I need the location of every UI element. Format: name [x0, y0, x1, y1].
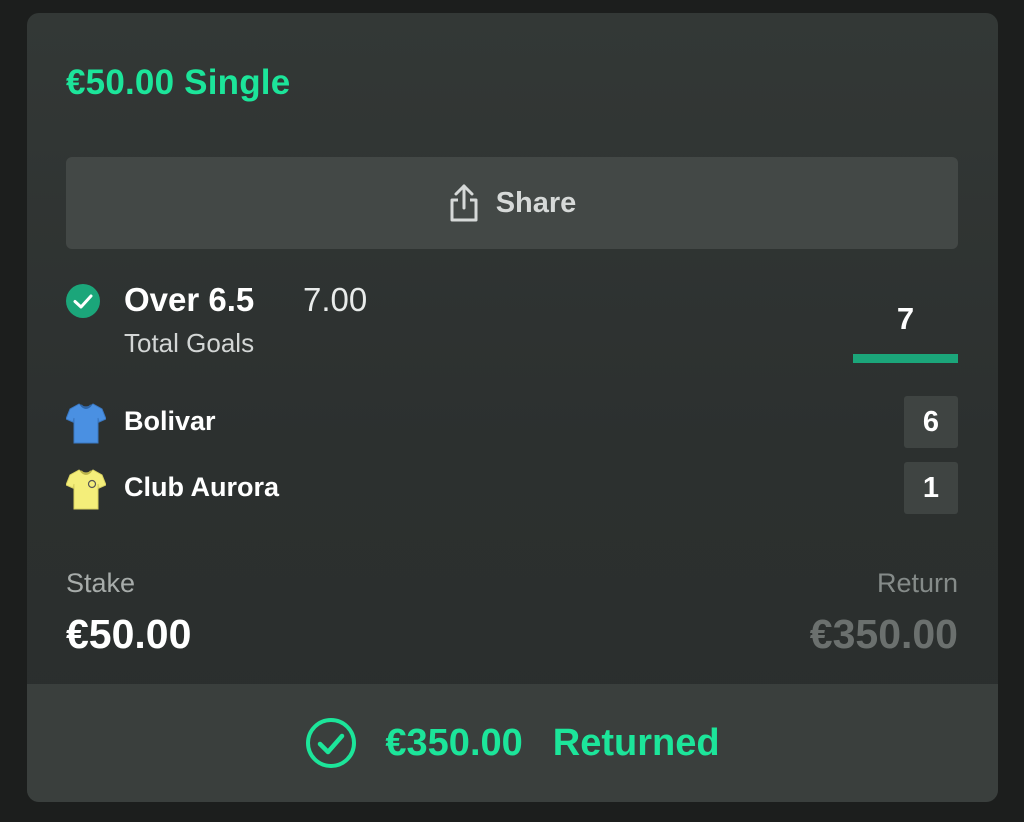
total-score-indicator	[853, 354, 958, 363]
selection-odds: 7.00	[303, 281, 368, 318]
team-row: Club Aurora 1	[66, 462, 958, 514]
team-name: Bolivar	[124, 406, 216, 436]
share-button-label: Share	[495, 186, 577, 219]
shirt-icon	[66, 469, 106, 510]
market-name: Total Goals	[124, 328, 255, 358]
returned-banner: €350.00 Returned	[27, 684, 998, 802]
stake-label: Stake	[66, 568, 136, 598]
check-circle-icon	[66, 284, 100, 318]
returned-status: Returned	[552, 721, 720, 764]
team-score: 6	[904, 396, 958, 448]
check-circle-outline-icon	[306, 718, 357, 768]
team-score: 1	[904, 462, 958, 514]
share-icon	[450, 184, 478, 222]
team-name: Club Aurora	[124, 472, 279, 502]
return-value: €350.00	[809, 611, 958, 657]
share-button[interactable]: Share	[66, 157, 958, 249]
return-label: Return	[876, 568, 958, 598]
shirt-icon	[66, 403, 106, 444]
bet-card: €50.00 Single Share Over 6.5 7.00 Total …	[27, 13, 998, 802]
team-row: Bolivar 6	[66, 396, 958, 448]
bet-title: €50.00 Single	[66, 63, 291, 102]
total-score: 7	[896, 301, 915, 336]
stake-value: €50.00	[66, 611, 192, 657]
selection-name: Over 6.5	[124, 281, 255, 318]
returned-amount: €350.00	[385, 721, 523, 764]
